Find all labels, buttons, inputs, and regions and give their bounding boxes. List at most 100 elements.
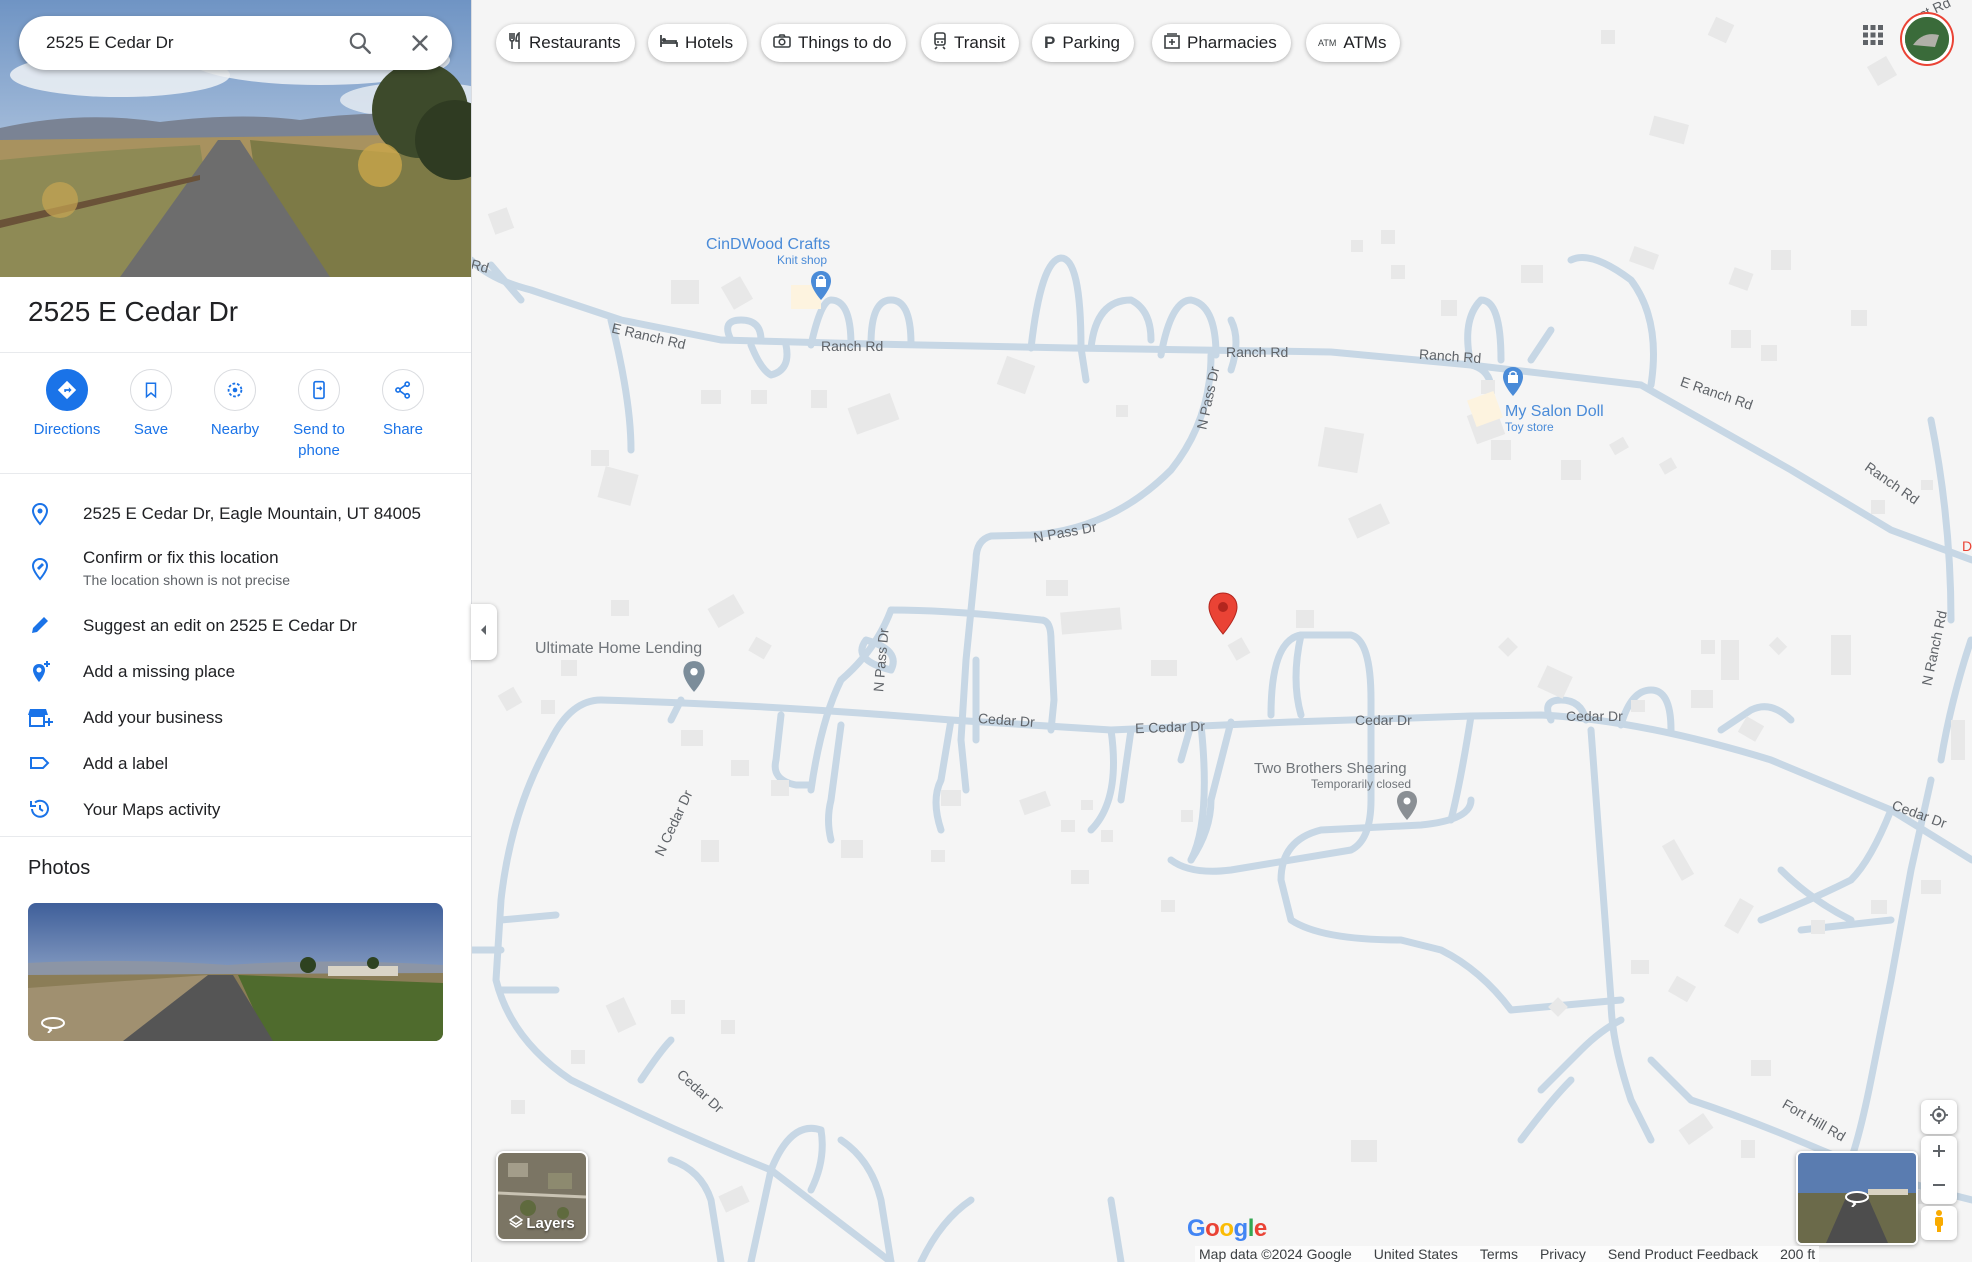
- scale-bar-label[interactable]: 200 ft: [1780, 1246, 1815, 1262]
- chevron-left-icon: [479, 623, 489, 641]
- label-icon: [28, 751, 54, 777]
- my-location-button[interactable]: [1921, 1100, 1957, 1134]
- road-label: Ranch Rd: [821, 338, 884, 354]
- road-label: Ranch Rd: [1226, 344, 1289, 360]
- directions-label: Directions: [33, 421, 101, 438]
- maps-activity-text: Your Maps activity: [83, 800, 221, 819]
- search-box[interactable]: 2525 E Cedar Dr: [19, 16, 452, 70]
- save-button[interactable]: Save: [106, 369, 196, 440]
- chip-transit-label: Transit: [954, 33, 1006, 52]
- poi-name[interactable]: Ultimate Home Lending: [535, 640, 702, 658]
- add-place-icon: [28, 659, 54, 685]
- confirm-location-row[interactable]: Confirm or fix this location The locatio…: [0, 548, 471, 596]
- chip-transit[interactable]: Transit: [921, 24, 1020, 62]
- privacy-link[interactable]: Privacy: [1540, 1246, 1586, 1262]
- location-pin-icon: [28, 501, 54, 527]
- layers-label: Layers: [498, 1215, 586, 1233]
- terms-link[interactable]: Terms: [1480, 1246, 1518, 1262]
- layers-text: Layers: [526, 1214, 575, 1232]
- crosshair-icon: [1929, 1105, 1949, 1130]
- storefront-icon: [28, 705, 54, 731]
- map-pin-icon[interactable]: [681, 660, 707, 699]
- pegman-control[interactable]: [1921, 1206, 1957, 1240]
- add-label-row[interactable]: Add a label: [0, 750, 471, 780]
- plus-icon: [1932, 1144, 1946, 1163]
- zoom-out-button[interactable]: [1921, 1170, 1957, 1204]
- share-icon: [382, 369, 424, 411]
- chip-hotels[interactable]: Hotels: [648, 24, 748, 62]
- bed-icon: [660, 34, 678, 52]
- street-view-photo: [28, 903, 443, 1041]
- photo-card-street-view[interactable]: [28, 903, 443, 1041]
- train-icon: [933, 32, 947, 54]
- chip-parking[interactable]: P Parking: [1032, 24, 1134, 62]
- parking-icon: P: [1044, 33, 1056, 52]
- map-pin-icon[interactable]: [1395, 790, 1419, 827]
- history-icon: [28, 797, 54, 823]
- 360-view-icon: [1844, 1189, 1870, 1212]
- chip-parking-label: Parking: [1062, 33, 1120, 52]
- pharmacy-icon: [1164, 33, 1180, 53]
- bookmark-icon: [130, 369, 172, 411]
- zoom-in-button[interactable]: [1921, 1136, 1957, 1170]
- poi-name[interactable]: My Salon Doll: [1505, 403, 1604, 421]
- camera-icon: [773, 34, 791, 52]
- chip-atms[interactable]: ATM ATMs: [1306, 24, 1401, 62]
- poi-name[interactable]: Two Brothers Shearing: [1254, 760, 1407, 777]
- divider: [0, 473, 471, 474]
- fork-knife-icon: [508, 31, 522, 54]
- map-footer: Map data ©2024 Google United States Term…: [1195, 1246, 1820, 1262]
- layers-button[interactable]: Layers: [496, 1151, 588, 1241]
- phone-icon: [298, 369, 340, 411]
- pegman-icon: [1932, 1209, 1946, 1238]
- road-label: Cedar Dr: [1566, 708, 1623, 724]
- selected-location-pin-icon[interactable]: [1207, 592, 1239, 641]
- shopping-bag-pin-icon[interactable]: [809, 270, 833, 307]
- suggest-edit-row[interactable]: Suggest an edit on 2525 E Cedar Dr: [0, 612, 471, 642]
- collapse-panel-button[interactable]: [471, 604, 497, 660]
- send-to-phone-label: Send to phone: [293, 421, 345, 459]
- country-link[interactable]: United States: [1374, 1246, 1458, 1262]
- street-view-thumbnail[interactable]: [1796, 1151, 1918, 1245]
- apps-grid-icon[interactable]: [1862, 24, 1884, 46]
- send-to-phone-button[interactable]: Send to phone: [274, 369, 364, 461]
- poi-category: Toy store: [1505, 420, 1554, 434]
- pencil-icon: [28, 613, 54, 639]
- add-missing-place-row[interactable]: Add a missing place: [0, 658, 471, 688]
- directions-button[interactable]: Directions: [22, 369, 112, 440]
- nearby-button[interactable]: Nearby: [190, 369, 280, 440]
- address-row[interactable]: 2525 E Cedar Dr, Eagle Mountain, UT 8400…: [0, 500, 471, 530]
- search-input[interactable]: 2525 E Cedar Dr: [46, 16, 174, 70]
- add-missing-place-text: Add a missing place: [83, 662, 236, 681]
- confirm-location-text: Confirm or fix this location: [83, 548, 279, 567]
- account-avatar[interactable]: [1902, 14, 1952, 64]
- share-button[interactable]: Share: [358, 369, 448, 440]
- chip-atms-label: ATMs: [1343, 33, 1387, 52]
- google-logo: Google: [1187, 1215, 1267, 1242]
- my-location-control[interactable]: [1921, 1100, 1957, 1134]
- add-business-row[interactable]: Add your business: [0, 704, 471, 734]
- chip-restaurants[interactable]: Restaurants: [496, 24, 635, 62]
- map-canvas[interactable]: Restaurants Hotels Things to do Transit …: [469, 0, 1972, 1262]
- close-icon[interactable]: [407, 30, 433, 56]
- road-label: D: [1962, 538, 1972, 554]
- photos-heading: Photos: [28, 857, 91, 879]
- send-feedback-link[interactable]: Send Product Feedback: [1608, 1246, 1758, 1262]
- search-icon[interactable]: [347, 30, 373, 56]
- shopping-bag-pin-icon[interactable]: [1501, 366, 1525, 403]
- maps-activity-row[interactable]: Your Maps activity: [0, 796, 471, 826]
- add-label-text: Add a label: [83, 754, 169, 773]
- chip-pharmacies[interactable]: Pharmacies: [1152, 24, 1291, 62]
- nearby-icon: [214, 369, 256, 411]
- chip-restaurants-label: Restaurants: [529, 33, 621, 52]
- chip-things-to-do-label: Things to do: [798, 33, 892, 52]
- minus-icon: [1932, 1178, 1946, 1197]
- nearby-label: Nearby: [210, 421, 260, 438]
- chip-things-to-do[interactable]: Things to do: [761, 24, 906, 62]
- poi-status: Temporarily closed: [1311, 777, 1412, 791]
- poi-name[interactable]: CinDWood Crafts: [706, 236, 830, 254]
- directions-icon: [46, 369, 88, 411]
- save-label: Save: [133, 421, 169, 438]
- pegman-button[interactable]: [1921, 1206, 1957, 1240]
- address-text: 2525 E Cedar Dr, Eagle Mountain, UT 8400…: [83, 504, 422, 523]
